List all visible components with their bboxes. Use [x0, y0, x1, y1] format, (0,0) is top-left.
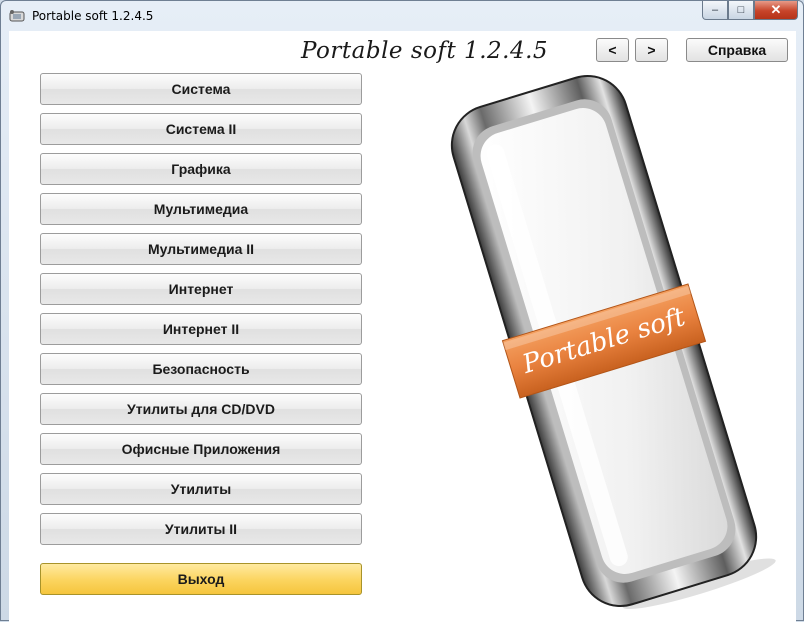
window-controls: – □ ✕ — [702, 1, 798, 21]
title-bar[interactable]: Portable soft 1.2.4.5 – □ ✕ — [1, 1, 803, 31]
app-icon — [9, 10, 25, 22]
menu-button-system[interactable]: Система — [40, 73, 362, 105]
menu-button-cd-dvd-utils[interactable]: Утилиты для CD/DVD — [40, 393, 362, 425]
menu-button-graphics[interactable]: Графика — [40, 153, 362, 185]
menu-button-internet-2[interactable]: Интернет II — [40, 313, 362, 345]
menu-button-security[interactable]: Безопасность — [40, 353, 362, 385]
prev-button[interactable]: < — [596, 38, 629, 62]
minimize-icon: – — [711, 4, 719, 16]
next-button[interactable]: > — [635, 38, 668, 62]
menu-button-utilities-2[interactable]: Утилиты II — [40, 513, 362, 545]
menu-button-office-apps[interactable]: Офисные Приложения — [40, 433, 362, 465]
close-button[interactable]: ✕ — [754, 1, 798, 20]
menu-button-multimedia-2[interactable]: Мультимедиа II — [40, 233, 362, 265]
exit-button[interactable]: Выход — [40, 563, 362, 595]
help-button[interactable]: Справка — [686, 38, 788, 62]
close-icon: ✕ — [770, 2, 782, 17]
maximize-icon: □ — [737, 4, 745, 16]
client-area: Portable soft 1.2.4.5 < > Справка Систем… — [9, 31, 796, 622]
usb-drive-illustration: Portable soft — [450, 74, 776, 610]
window-title: Portable soft 1.2.4.5 — [32, 9, 154, 23]
menu-button-utilities[interactable]: Утилиты — [40, 473, 362, 505]
menu-button-internet[interactable]: Интернет — [40, 273, 362, 305]
app-window: Portable soft 1.2.4.5 – □ ✕ Portable sof… — [0, 0, 804, 622]
menu-button-multimedia[interactable]: Мультимедиа — [40, 193, 362, 225]
maximize-button[interactable]: □ — [728, 1, 754, 20]
minimize-button[interactable]: – — [702, 1, 728, 20]
menu-button-system-2[interactable]: Система II — [40, 113, 362, 145]
